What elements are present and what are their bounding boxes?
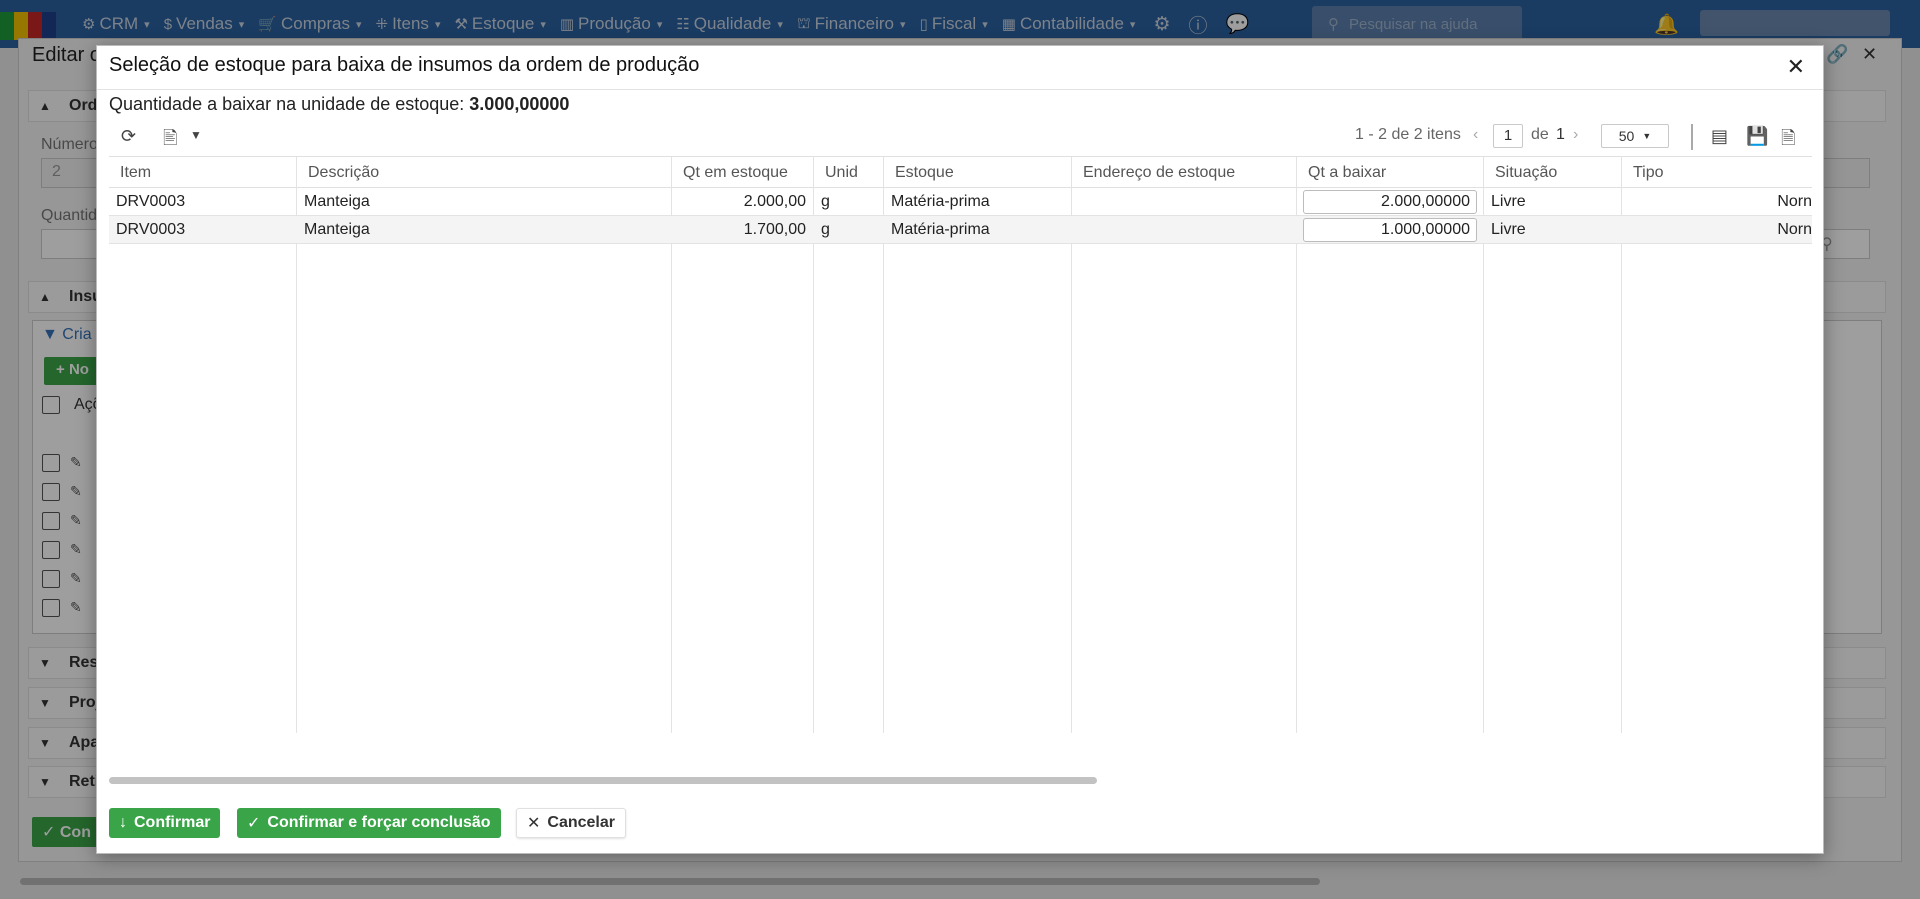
quantity-value: 3.000,00000: [469, 94, 570, 114]
chevron-down-icon: ▼: [1642, 131, 1652, 141]
page-size-value: 50: [1618, 128, 1635, 144]
quantity-to-lower-line: Quantidade a baixar na unidade de estoqu…: [109, 94, 569, 115]
cell-unid: g: [821, 221, 830, 238]
export-icon[interactable]: 🖹: [163, 126, 177, 156]
pager-of-label: de: [1531, 126, 1549, 143]
col-header-endereco[interactable]: Endereço de estoque: [1072, 157, 1296, 188]
cell-tipo: Norn: [1777, 193, 1812, 210]
page-size-select[interactable]: 50 ▼: [1601, 124, 1669, 148]
pager-range: 1 - 2 de 2 itens: [1355, 126, 1461, 143]
page-number-input[interactable]: 1: [1493, 124, 1523, 148]
pager-prev-icon[interactable]: ‹: [1473, 126, 1478, 144]
cell-situacao: Livre: [1491, 221, 1526, 238]
qt-baixar-input[interactable]: 1.000,00000: [1303, 218, 1477, 242]
cell-descricao: Manteiga: [304, 193, 370, 210]
cell-unid: g: [821, 193, 830, 210]
cell-descricao: Manteiga: [304, 221, 370, 238]
stock-selection-modal: Seleção de estoque para baixa de insumos…: [96, 45, 1824, 854]
col-header-estoque[interactable]: Estoque: [884, 157, 1071, 188]
stock-grid: Item Descrição Qt em estoque Unid Estoqu…: [109, 156, 1812, 733]
close-icon[interactable]: ✕: [1787, 54, 1805, 80]
cell-tipo: Norn: [1777, 221, 1812, 238]
toolbar-divider: [1691, 124, 1693, 150]
save-layout-icon[interactable]: 💾: [1746, 126, 1768, 147]
cell-situacao: Livre: [1491, 193, 1526, 210]
cell-endereco: [1072, 216, 1296, 244]
modal-title: Seleção de estoque para baixa de insumos…: [109, 54, 700, 76]
confirm-label: Confirmar: [134, 814, 211, 831]
grid-horizontal-scrollbar[interactable]: [109, 777, 1097, 784]
confirm-force-label: Confirmar e forçar conclusão: [267, 814, 491, 831]
table-row[interactable]: DRV0003 Manteiga 1.700,00 g Matéria-prim…: [109, 216, 1812, 244]
cell-estoque: Matéria-prima: [891, 193, 990, 210]
col-header-qt-baixar[interactable]: Qt a baixar: [1297, 157, 1483, 188]
cell-item: DRV0003: [116, 193, 186, 210]
cancel-button[interactable]: ✕ Cancelar: [516, 808, 626, 838]
cell-item: DRV0003: [116, 221, 186, 238]
export-dropdown-chevron-icon[interactable]: ▼: [190, 128, 202, 142]
arrow-down-icon: ↓: [119, 814, 127, 831]
column-settings-icon[interactable]: ▤: [1711, 126, 1728, 147]
col-header-tipo[interactable]: Tipo: [1622, 157, 1812, 188]
col-header-item[interactable]: Item: [109, 157, 296, 188]
modal-header: Seleção de estoque para baixa de insumos…: [97, 46, 1823, 90]
refresh-icon[interactable]: ⟳: [121, 126, 136, 147]
cell-endereco: [1072, 188, 1296, 216]
cancel-label: Cancelar: [547, 814, 615, 831]
check-circle-icon: ✓: [247, 815, 261, 832]
table-row[interactable]: DRV0003 Manteiga 2.000,00 g Matéria-prim…: [109, 188, 1812, 216]
pager-total-pages: 1: [1556, 126, 1565, 143]
qt-baixar-input[interactable]: 2.000,00000: [1303, 190, 1477, 214]
cell-estoque: Matéria-prima: [891, 221, 990, 238]
col-header-descricao[interactable]: Descrição: [297, 157, 671, 188]
pager-next-icon[interactable]: ›: [1573, 126, 1578, 144]
col-header-qt-estoque[interactable]: Qt em estoque: [672, 157, 813, 188]
reset-layout-icon[interactable]: 🗎: [1781, 126, 1795, 156]
close-icon: ✕: [527, 815, 541, 832]
cell-qt-estoque: 1.700,00: [743, 221, 806, 238]
confirm-button[interactable]: ↓ Confirmar: [109, 808, 221, 838]
cell-qt-estoque: 2.000,00: [743, 193, 806, 210]
col-header-unid[interactable]: Unid: [814, 157, 883, 188]
quantity-label: Quantidade a baixar na unidade de estoqu…: [109, 94, 465, 114]
confirm-force-button[interactable]: ✓ Confirmar e forçar conclusão: [237, 808, 501, 838]
col-header-situacao[interactable]: Situação: [1484, 157, 1621, 188]
